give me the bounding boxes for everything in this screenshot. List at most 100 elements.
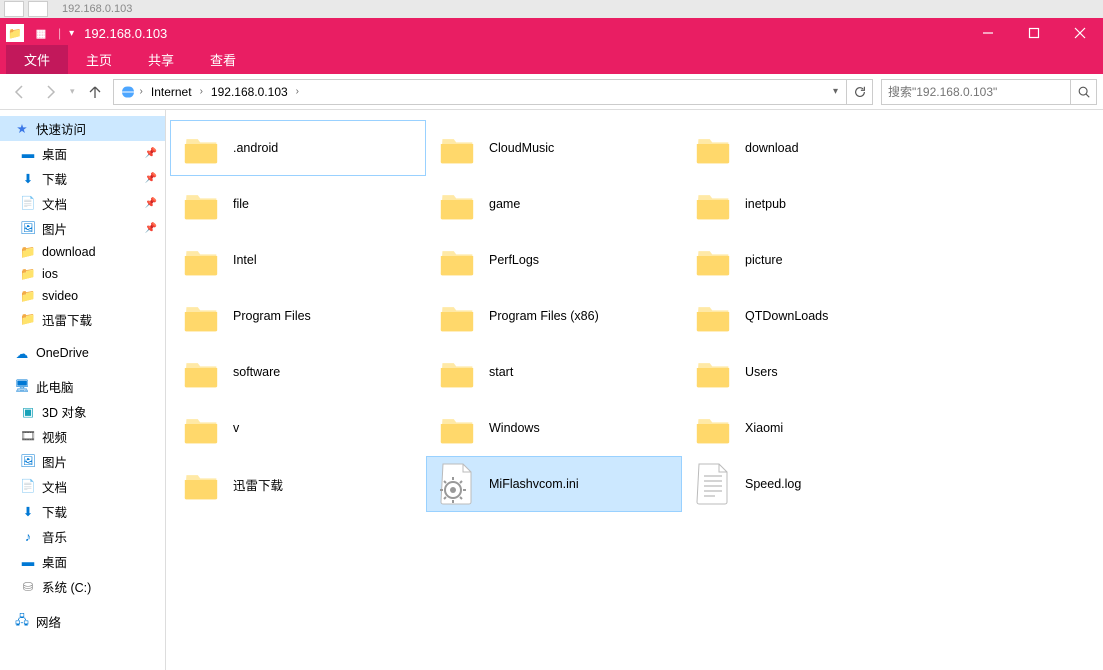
file-item[interactable]: Users — [682, 344, 938, 400]
nav-arrows: ▾ — [10, 82, 105, 102]
sidebar-item-label: 视频 — [42, 427, 67, 446]
sidebar-network[interactable]: 🖧 网络 — [0, 609, 165, 634]
file-item[interactable]: Windows — [426, 400, 682, 456]
folder-icon: 📁 — [20, 288, 36, 304]
download-icon: ⬇ — [20, 171, 36, 187]
folder-icon — [436, 243, 478, 277]
address-dropdown-icon[interactable]: ▾ — [827, 86, 844, 97]
file-item[interactable]: CloudMusic — [426, 120, 682, 176]
sidebar-onedrive[interactable]: ☁ OneDrive — [0, 342, 165, 364]
sidebar-item-系统 (C:)[interactable]: ⛁ 系统 (C:) — [0, 574, 165, 599]
sidebar-quick-access[interactable]: ★ 快速访问 — [0, 116, 165, 141]
chevron-right-icon[interactable]: › — [140, 86, 143, 97]
file-item[interactable]: QTDownLoads — [682, 288, 938, 344]
sidebar-item-label: 系统 (C:) — [42, 577, 91, 596]
sidebar-item-图片[interactable]: 🖼 图片 📌 — [0, 216, 165, 241]
file-item[interactable]: picture — [682, 232, 938, 288]
address-bar[interactable]: › Internet › 192.168.0.103 › ▾ — [113, 79, 847, 105]
tab-view[interactable]: 查看 — [192, 45, 254, 74]
search-button[interactable] — [1071, 79, 1097, 105]
tab-file[interactable]: 文件 — [6, 45, 68, 74]
remnant-tab-1[interactable] — [4, 1, 24, 17]
file-item[interactable]: start — [426, 344, 682, 400]
tab-share[interactable]: 共享 — [130, 45, 192, 74]
sidebar-item-label: 文档 — [42, 477, 67, 496]
file-item[interactable]: Program Files — [170, 288, 426, 344]
content-pane[interactable]: .android CloudMusic download file game i… — [166, 110, 1103, 670]
file-item[interactable]: software — [170, 344, 426, 400]
text-file-icon — [695, 462, 731, 506]
browser-tab-remnant: 192.168.0.103 — [0, 0, 1103, 18]
file-item[interactable]: MiFlashvcom.ini — [426, 456, 682, 512]
star-icon: ★ — [14, 121, 30, 137]
download-icon: ⬇ — [20, 504, 36, 520]
sidebar-item-桌面[interactable]: ▬ 桌面 📌 — [0, 141, 165, 166]
file-item[interactable]: inetpub — [682, 176, 938, 232]
file-item[interactable]: Intel — [170, 232, 426, 288]
back-button[interactable] — [10, 82, 30, 102]
sidebar-item-label: 桌面 — [42, 144, 67, 163]
file-item[interactable]: Xiaomi — [682, 400, 938, 456]
file-thumb — [179, 294, 223, 338]
file-label: file — [233, 197, 249, 211]
file-item[interactable]: PerfLogs — [426, 232, 682, 288]
sidebar-item-文档[interactable]: 📄 文档 📌 — [0, 191, 165, 216]
sidebar-item-download[interactable]: 📁 download — [0, 241, 165, 263]
up-button[interactable] — [85, 82, 105, 102]
tab-home[interactable]: 主页 — [68, 45, 130, 74]
file-item[interactable]: 迅雷下载 — [170, 456, 426, 512]
qat-dropdown-icon[interactable]: ▾ — [69, 28, 74, 39]
maximize-button[interactable] — [1011, 18, 1057, 48]
folder-icon — [180, 299, 222, 333]
close-button[interactable] — [1057, 18, 1103, 48]
folder-icon — [180, 187, 222, 221]
sidebar-item-音乐[interactable]: ♪ 音乐 — [0, 524, 165, 549]
sidebar-item-label: 图片 — [42, 219, 67, 238]
desktop-icon: ▬ — [20, 554, 36, 570]
sidebar-item-svideo[interactable]: 📁 svideo — [0, 285, 165, 307]
folder-icon — [436, 299, 478, 333]
sidebar-item-图片[interactable]: 🖼 图片 — [0, 449, 165, 474]
remnant-tab-2[interactable] — [28, 1, 48, 17]
file-item[interactable]: game — [426, 176, 682, 232]
file-item[interactable]: Program Files (x86) — [426, 288, 682, 344]
pics-icon: 🖼 — [20, 454, 36, 470]
chevron-right-icon[interactable]: › — [200, 86, 203, 97]
chevron-right-icon[interactable]: › — [296, 86, 299, 97]
file-item[interactable]: v — [170, 400, 426, 456]
history-dropdown-icon[interactable]: ▾ — [70, 86, 75, 97]
sidebar-item-下载[interactable]: ⬇ 下载 — [0, 499, 165, 524]
search-box[interactable] — [881, 79, 1071, 105]
file-item[interactable]: download — [682, 120, 938, 176]
sidebar-this-pc[interactable]: 🖥 此电脑 — [0, 374, 165, 399]
sidebar-item-视频[interactable]: 🎞 视频 — [0, 424, 165, 449]
breadcrumb-internet[interactable]: Internet — [147, 83, 196, 101]
sidebar-item-迅雷下载[interactable]: 📁 迅雷下载 — [0, 307, 165, 332]
file-label: software — [233, 365, 280, 379]
sidebar-item-label: 图片 — [42, 452, 67, 471]
sidebar-item-ios[interactable]: 📁 ios — [0, 263, 165, 285]
file-label: Program Files (x86) — [489, 309, 599, 323]
file-thumb — [691, 406, 735, 450]
file-item[interactable]: Speed.log — [682, 456, 938, 512]
file-label: 迅雷下载 — [233, 475, 283, 494]
sidebar-item-桌面[interactable]: ▬ 桌面 — [0, 549, 165, 574]
search-input[interactable] — [888, 85, 1064, 99]
folder-icon — [692, 131, 734, 165]
sidebar-item-下载[interactable]: ⬇ 下载 📌 — [0, 166, 165, 191]
refresh-button[interactable] — [847, 79, 873, 105]
file-item[interactable]: .android — [170, 120, 426, 176]
sidebar-item-文档[interactable]: 📄 文档 — [0, 474, 165, 499]
pin-icon: 📌 — [145, 223, 157, 234]
sidebar-item-3D 对象[interactable]: ▣ 3D 对象 — [0, 399, 165, 424]
minimize-button[interactable] — [965, 18, 1011, 48]
sidebar-label: OneDrive — [36, 346, 89, 360]
app-icon[interactable]: 📁 — [6, 24, 24, 42]
file-item[interactable]: file — [170, 176, 426, 232]
qat-properties-icon[interactable]: ▦ — [32, 24, 50, 42]
file-thumb — [435, 406, 479, 450]
file-label: download — [745, 141, 799, 155]
folder-icon: 📁 — [20, 244, 36, 260]
forward-button[interactable] — [40, 82, 60, 102]
breadcrumb-host[interactable]: 192.168.0.103 — [207, 83, 292, 101]
